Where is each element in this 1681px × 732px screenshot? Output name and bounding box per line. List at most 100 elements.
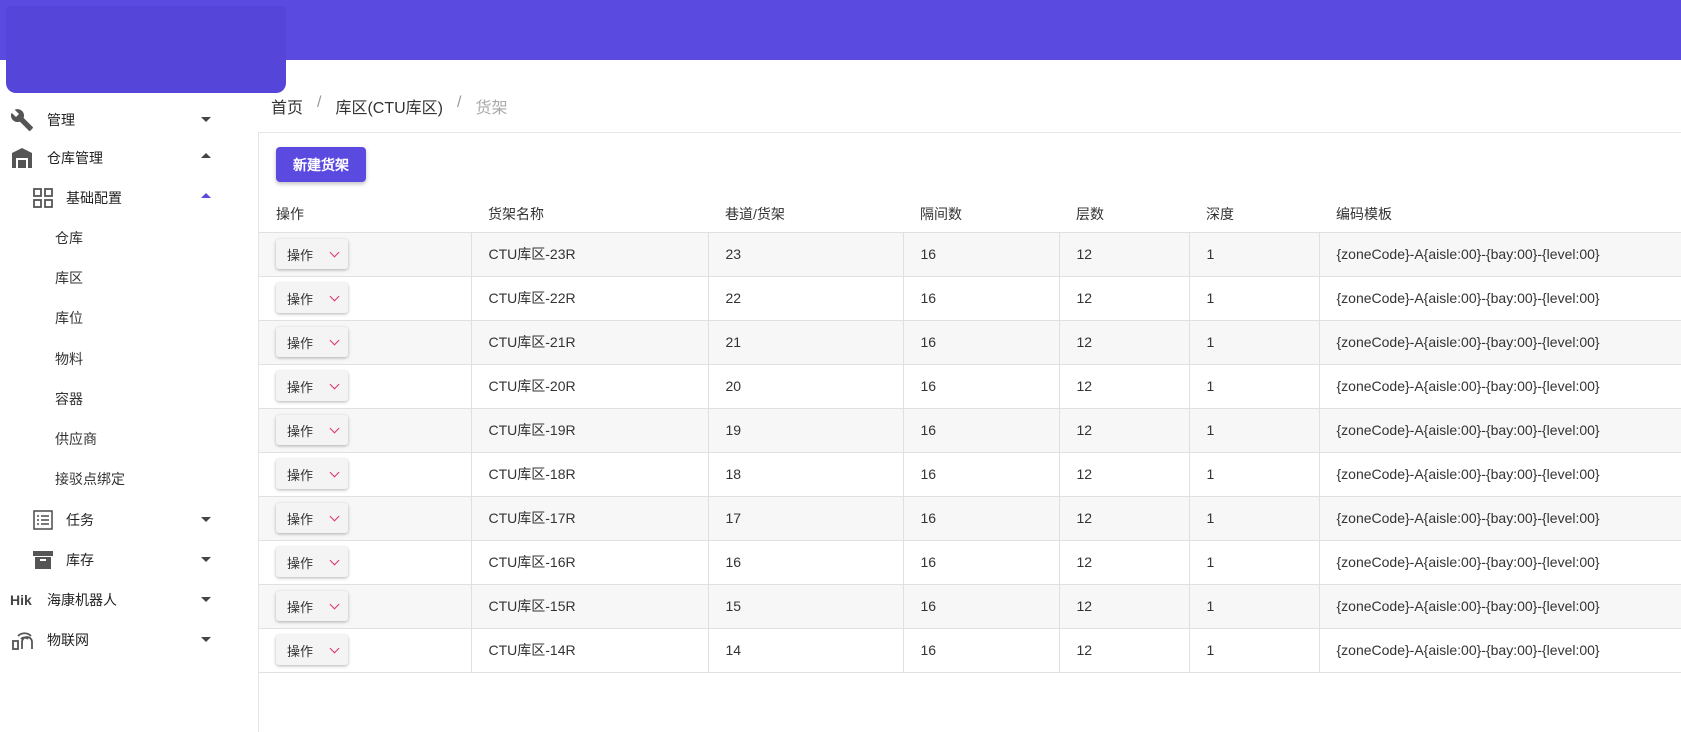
cell-actions: 操作 — [259, 452, 471, 497]
action-label: 操作 — [287, 247, 314, 263]
column-header: 隔间数 — [903, 196, 1059, 233]
chevron-down-icon — [201, 557, 211, 562]
chevron-down-icon — [201, 597, 211, 602]
breadcrumb-separator: / — [457, 94, 462, 111]
cell-bays: 16 — [902, 320, 1059, 365]
cell-bays: 16 — [902, 584, 1059, 629]
cell-depth: 1 — [1188, 232, 1319, 277]
cell-levels: 12 — [1058, 452, 1189, 497]
row-action-dropdown[interactable]: 操作 — [276, 371, 348, 401]
cell-shelf-name: CTU库区-14R — [470, 628, 708, 673]
cell-depth: 1 — [1188, 320, 1319, 365]
cell-aisle: 17 — [707, 496, 903, 541]
column-header: 层数 — [1059, 196, 1189, 233]
nav-item-inventory[interactable]: 库存 — [0, 541, 225, 579]
sidebar-item-container[interactable]: 容器 — [0, 380, 225, 418]
chevron-down-icon — [329, 467, 340, 477]
column-header: 巷道/货架 — [708, 196, 903, 233]
cell-aisle: 20 — [707, 364, 903, 409]
cell-shelf-name: CTU库区-23R — [470, 232, 708, 277]
cell-levels: 12 — [1058, 496, 1189, 541]
cell-bays: 16 — [902, 628, 1059, 673]
sidebar-item-location[interactable]: 库位 — [0, 299, 225, 337]
chevron-down-icon — [329, 247, 340, 257]
breadcrumb-home[interactable]: 首页 — [271, 94, 303, 118]
cell-code-template: {zoneCode}-A{aisle:00}-{bay:00}-{level:0… — [1318, 232, 1681, 277]
nav-item-manage[interactable]: 管理 — [0, 101, 225, 139]
cell-shelf-name: CTU库区-16R — [470, 540, 708, 585]
nav-item-basic-config[interactable]: 基础配置 — [0, 179, 225, 217]
shelf-table: 操作 货架名称 巷道/货架 隔间数 层数 深度 编码模板 操作 CTU库区-23R… — [259, 196, 1681, 673]
cell-depth: 1 — [1188, 408, 1319, 453]
cell-aisle: 23 — [707, 232, 903, 277]
nav-label: 库位 — [55, 310, 83, 326]
action-label: 操作 — [287, 423, 314, 439]
cell-aisle: 18 — [707, 452, 903, 497]
sidebar-item-warehouse[interactable]: 仓库 — [0, 219, 225, 257]
row-action-dropdown[interactable]: 操作 — [276, 635, 348, 665]
cell-actions: 操作 — [259, 584, 471, 629]
breadcrumb-zone[interactable]: 库区(CTU库区) — [335, 94, 443, 118]
nav-label: 基础配置 — [66, 190, 122, 206]
chevron-down-icon — [201, 517, 211, 522]
cell-shelf-name: CTU库区-15R — [470, 584, 708, 629]
nav-label: 接驳点绑定 — [55, 471, 125, 487]
row-action-dropdown[interactable]: 操作 — [276, 503, 348, 533]
column-header: 货架名称 — [471, 196, 708, 233]
action-label: 操作 — [287, 643, 314, 659]
sidebar-item-zone[interactable]: 库区 — [0, 259, 225, 297]
row-action-dropdown[interactable]: 操作 — [276, 239, 348, 269]
cell-depth: 1 — [1188, 364, 1319, 409]
cell-bays: 16 — [902, 408, 1059, 453]
cell-levels: 12 — [1058, 364, 1189, 409]
cell-code-template: {zoneCode}-A{aisle:00}-{bay:00}-{level:0… — [1318, 276, 1681, 321]
new-shelf-button[interactable]: 新建货架 — [276, 147, 366, 182]
sidebar-item-material[interactable]: 物料 — [0, 340, 225, 378]
sidebar-item-supplier[interactable]: 供应商 — [0, 420, 225, 458]
cell-levels: 12 — [1058, 276, 1189, 321]
cell-code-template: {zoneCode}-A{aisle:00}-{bay:00}-{level:0… — [1318, 540, 1681, 585]
cell-levels: 12 — [1058, 540, 1189, 585]
cell-depth: 1 — [1188, 584, 1319, 629]
cell-levels: 12 — [1058, 628, 1189, 673]
nav-item-warehouse-mgmt[interactable]: 仓库管理 — [0, 139, 225, 177]
nav-label: 管理 — [47, 112, 75, 128]
cell-bays: 16 — [902, 452, 1059, 497]
cell-shelf-name: CTU库区-21R — [470, 320, 708, 365]
chevron-up-icon — [201, 153, 211, 158]
nav-item-iot[interactable]: 物联网 — [0, 621, 225, 659]
nav-label: 容器 — [55, 391, 83, 407]
row-action-dropdown[interactable]: 操作 — [276, 459, 348, 489]
cell-code-template: {zoneCode}-A{aisle:00}-{bay:00}-{level:0… — [1318, 496, 1681, 541]
cell-levels: 12 — [1058, 408, 1189, 453]
cell-depth: 1 — [1188, 496, 1319, 541]
row-action-dropdown[interactable]: 操作 — [276, 415, 348, 445]
grid-icon — [29, 184, 57, 212]
row-action-dropdown[interactable]: 操作 — [276, 327, 348, 357]
table-body: 操作 CTU库区-23R 23 16 12 1 {zoneCode}-A{aisle:00}… — [259, 232, 1681, 673]
action-label: 操作 — [287, 511, 314, 527]
cell-bays: 16 — [902, 496, 1059, 541]
wrench-icon — [8, 106, 36, 134]
sidebar-item-dock-binding[interactable]: 接驳点绑定 — [0, 460, 225, 498]
chevron-down-icon — [201, 117, 211, 122]
hik-logo-text: Hik — [10, 592, 32, 608]
cell-depth: 1 — [1188, 452, 1319, 497]
cell-actions: 操作 — [259, 364, 471, 409]
nav-label: 仓库 — [55, 230, 83, 246]
row-action-dropdown[interactable]: 操作 — [276, 547, 348, 577]
nav-item-task[interactable]: 任务 — [0, 501, 225, 539]
nav-label: 物联网 — [47, 632, 89, 648]
row-action-dropdown[interactable]: 操作 — [276, 591, 348, 621]
cell-actions: 操作 — [259, 628, 471, 673]
nav-label: 供应商 — [55, 431, 97, 447]
table-row: 操作 CTU库区-17R 17 16 12 1 {zoneCode}-A{aisle:00}… — [259, 496, 1681, 541]
action-label: 操作 — [287, 335, 314, 351]
column-header: 深度 — [1189, 196, 1319, 233]
chevron-down-icon — [329, 379, 340, 389]
row-action-dropdown[interactable]: 操作 — [276, 283, 348, 313]
nav-label: 库区 — [55, 270, 83, 286]
nav-item-hik[interactable]: Hik 海康机器人 — [0, 581, 225, 619]
table-row: 操作 CTU库区-22R 22 16 12 1 {zoneCode}-A{aisle:00}… — [259, 276, 1681, 321]
cell-shelf-name: CTU库区-20R — [470, 364, 708, 409]
